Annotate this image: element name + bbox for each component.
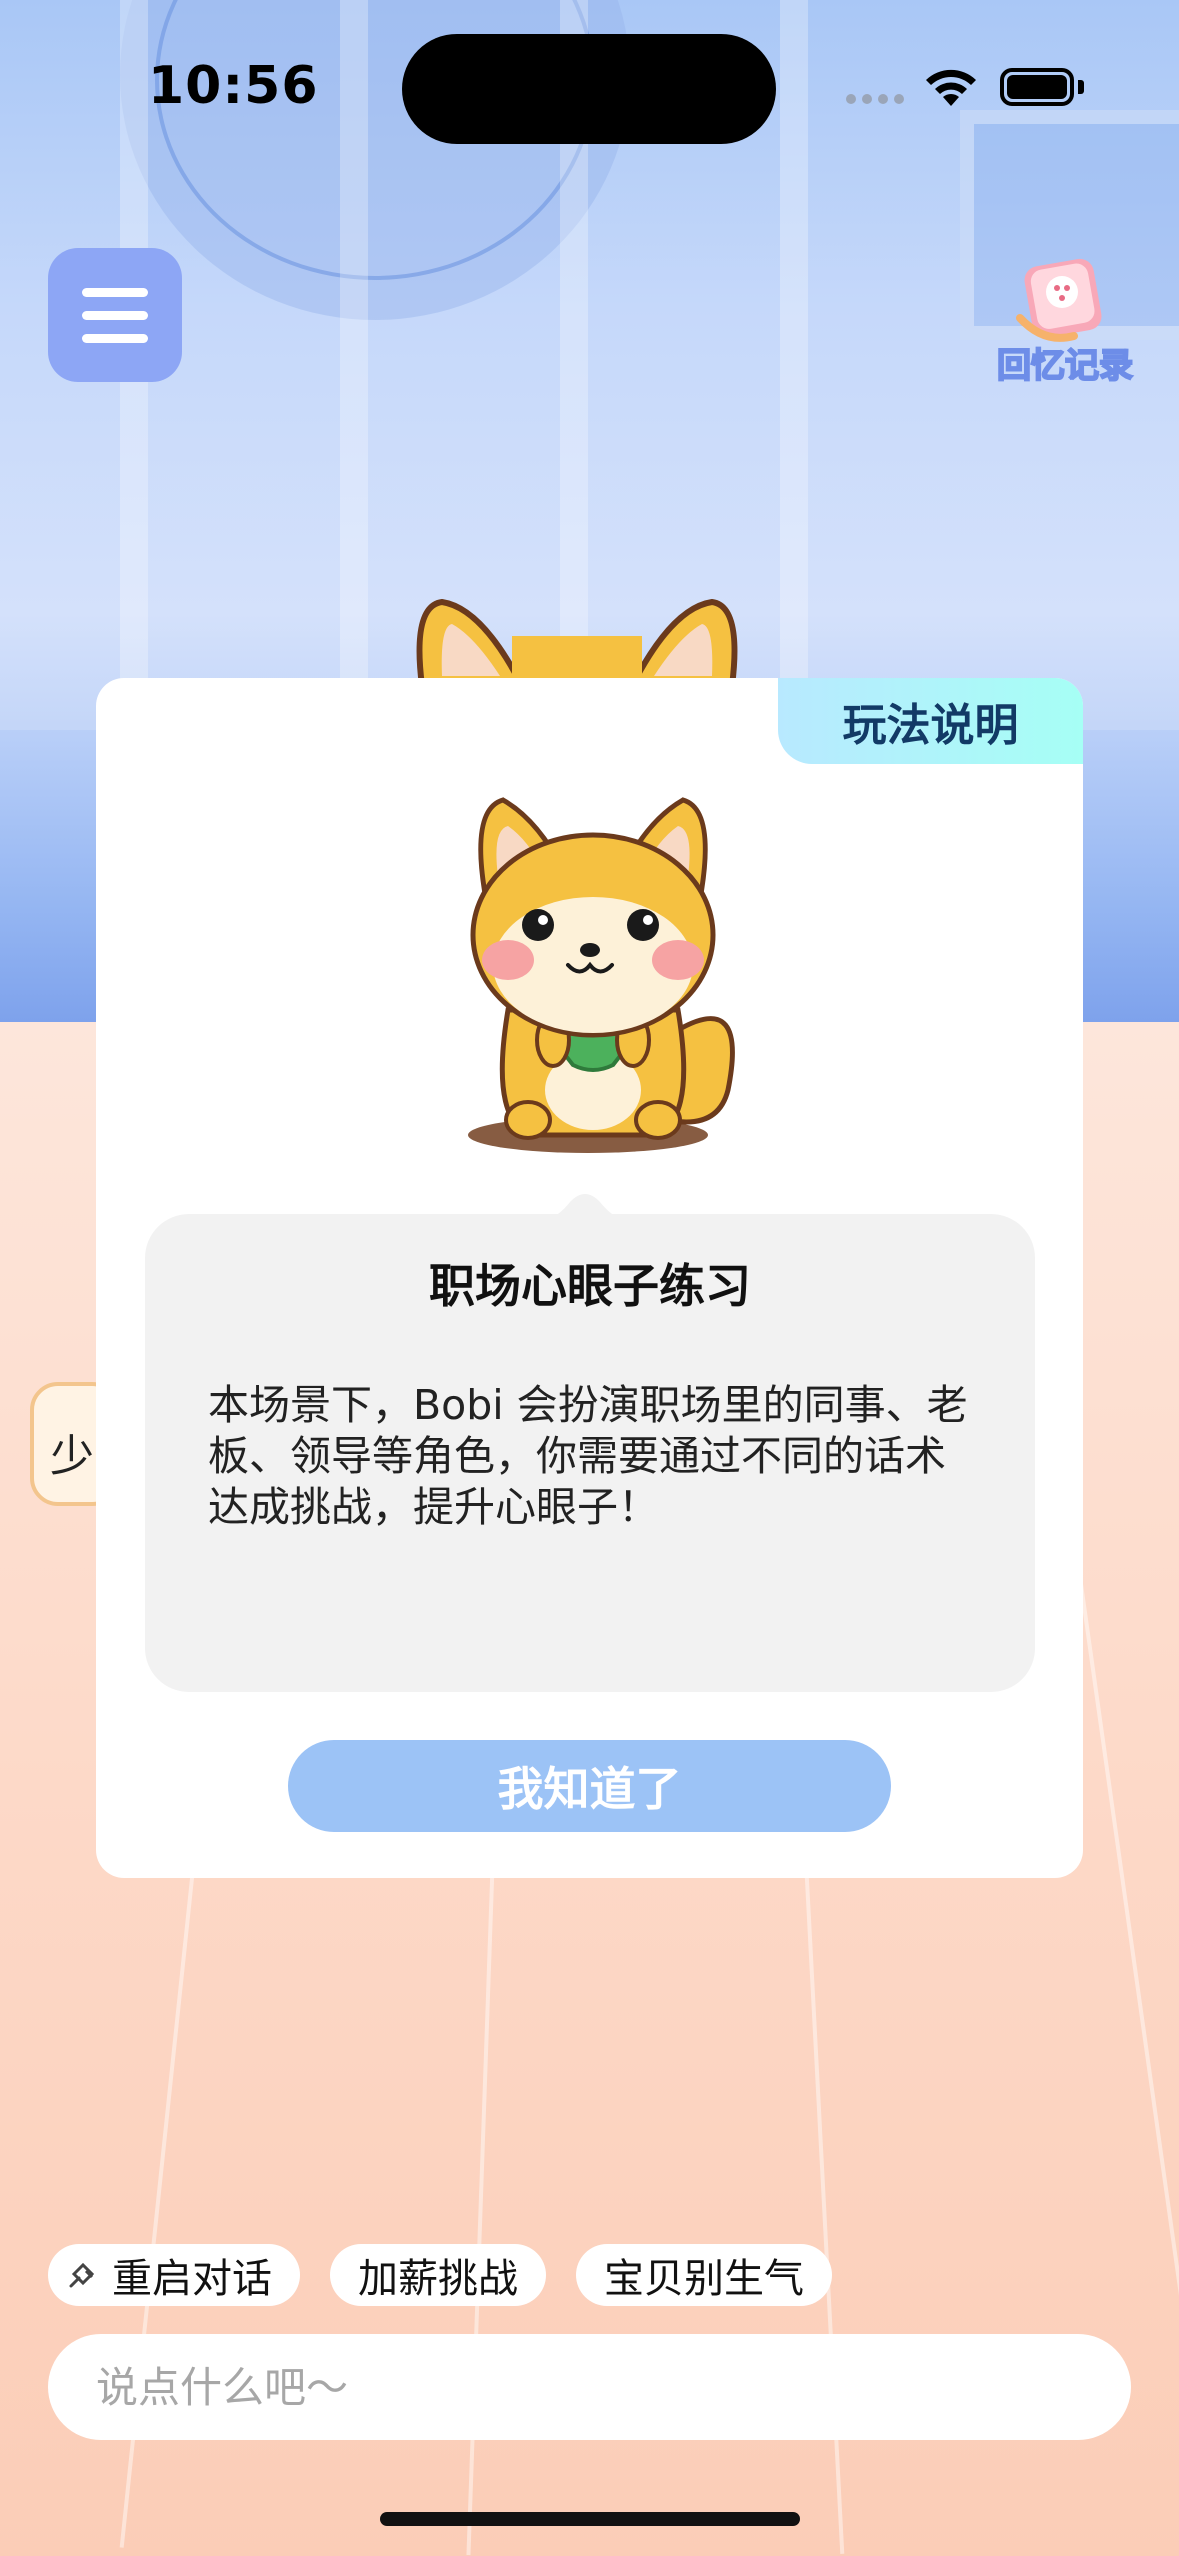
- menu-button[interactable]: [48, 248, 182, 382]
- side-chip-label: 少: [50, 1431, 94, 1482]
- home-indicator[interactable]: [380, 2512, 800, 2526]
- quick-reply-label: 重启对话: [112, 2256, 272, 2302]
- battery-icon: [1000, 68, 1074, 106]
- quick-reply-raise-challenge[interactable]: 加薪挑战: [330, 2244, 546, 2306]
- chat-input[interactable]: [96, 2362, 1131, 2412]
- cellular-signal-icon: [846, 94, 904, 104]
- memory-book-icon: [1016, 258, 1102, 342]
- hamburger-menu-icon: [82, 287, 148, 297]
- shiba-dog-mascot: [468, 797, 735, 1153]
- scene-description: 本场景下，Bobi 会扮演职场里的同事、老板、领导等角色，你需要通过不同的话术达…: [208, 1381, 968, 1531]
- quick-reply-restart[interactable]: 重启对话: [48, 2244, 300, 2306]
- window-frame: [780, 0, 808, 730]
- memory-record-label: 回忆记录: [996, 345, 1134, 387]
- wifi-icon: [926, 69, 976, 106]
- window-frame: [340, 0, 368, 730]
- quick-reply-bar: 重启对话 加薪挑战 宝贝别生气: [48, 2244, 832, 2306]
- dynamic-island: [402, 34, 776, 144]
- tab-rules[interactable]: 玩法说明: [778, 678, 1083, 764]
- quick-reply-label: 宝贝别生气: [604, 2256, 804, 2302]
- quick-reply-label: 加薪挑战: [358, 2256, 518, 2302]
- got-it-button[interactable]: 我知道了: [288, 1740, 891, 1832]
- battery-cap: [1078, 80, 1084, 94]
- quick-reply-dont-be-angry[interactable]: 宝贝别生气: [576, 2244, 832, 2306]
- scene-title: 职场心眼子练习: [429, 1259, 751, 1313]
- chat-input-bar: [48, 2334, 1131, 2440]
- restart-icon: [69, 2262, 95, 2288]
- memory-record-button[interactable]: 回忆记录: [990, 254, 1140, 387]
- status-time: 10:56: [148, 56, 319, 116]
